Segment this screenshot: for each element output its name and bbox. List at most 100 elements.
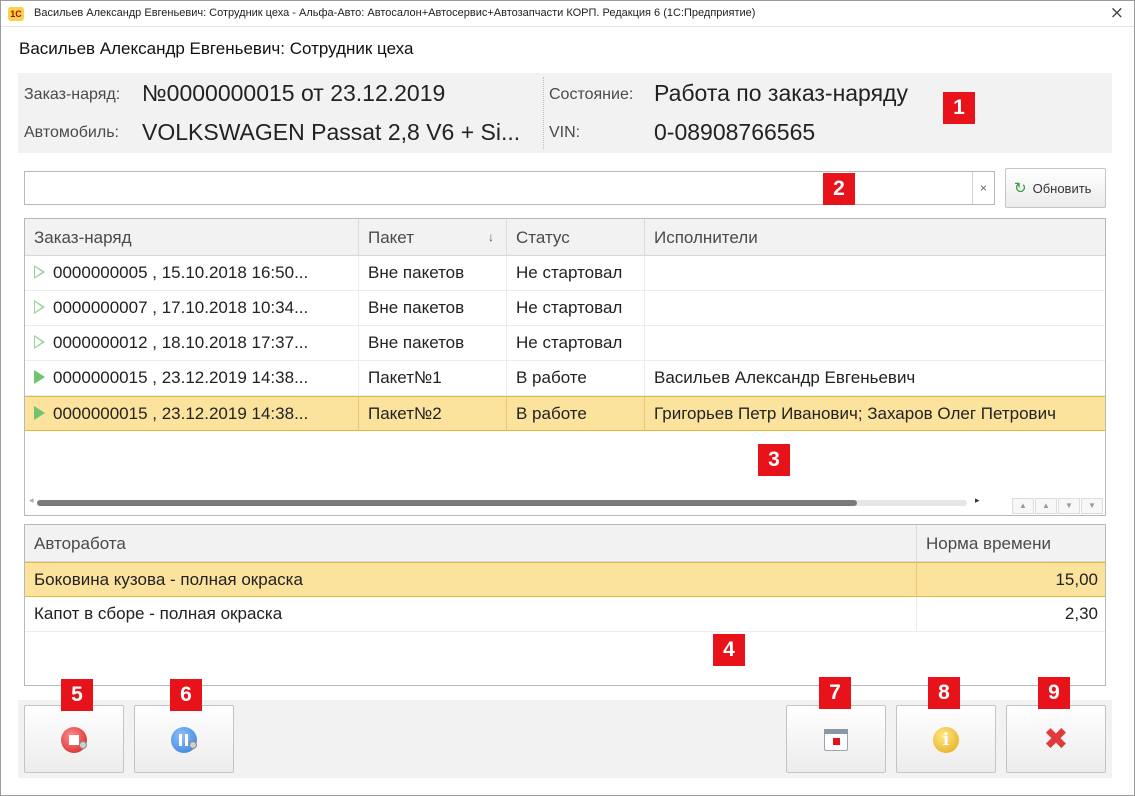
- status-cell: В работе: [507, 361, 645, 395]
- clear-search-icon[interactable]: ×: [972, 172, 994, 204]
- calendar-button[interactable]: [786, 705, 886, 773]
- info-glyph: i: [942, 730, 950, 750]
- play-outline-icon: [34, 299, 45, 314]
- column-header-packet-label: Пакет: [368, 228, 414, 247]
- performers-cell: [645, 256, 1105, 290]
- order-text: 0000000012 , 18.10.2018 17:37...: [53, 333, 309, 352]
- title-bar: 1С Васильев Александр Евгеньевич: Сотруд…: [1, 1, 1134, 27]
- packet-cell: Пакет№1: [359, 361, 507, 395]
- packet-cell: Вне пакетов: [359, 291, 507, 325]
- works-table-header: Авторабота Норма времени: [25, 525, 1105, 562]
- annotation-badge-8: 8: [928, 677, 960, 709]
- annotation-badge-2: 2: [823, 173, 855, 205]
- table-row[interactable]: 0000000012 , 18.10.2018 17:37... Вне пак…: [25, 326, 1105, 361]
- order-cell: 0000000007 , 17.10.2018 10:34...: [25, 291, 359, 325]
- column-header-norm[interactable]: Норма времени: [917, 525, 1105, 562]
- works-table: Авторабота Норма времени Боковина кузова…: [24, 524, 1106, 686]
- state-label: Состояние:: [549, 86, 634, 103]
- table-row[interactable]: 0000000005 , 15.10.2018 16:50... Вне пак…: [25, 256, 1105, 291]
- form-title: Васильев Александр Евгеньевич: Сотрудник…: [19, 39, 414, 58]
- first-row-icon[interactable]: ▲: [1012, 498, 1034, 514]
- annotation-badge-1: 1: [943, 92, 975, 124]
- performers-cell: [645, 291, 1105, 325]
- table-row[interactable]: 0000000007 , 17.10.2018 10:34... Вне пак…: [25, 291, 1105, 326]
- sort-down-icon: ↓: [488, 230, 494, 244]
- pause-button[interactable]: [134, 705, 234, 773]
- play-outline-icon: [34, 334, 45, 349]
- table-row[interactable]: Капот в сборе - полная окраска 2,30: [25, 597, 1105, 632]
- prev-row-icon[interactable]: ▲: [1035, 498, 1057, 514]
- close-icon: ✖: [1043, 722, 1069, 757]
- orders-table-header: Заказ-наряд Пакет ↓ Статус Исполнители: [25, 219, 1105, 256]
- performers-cell: Григорьев Петр Иванович; Захаров Олег Пе…: [654, 404, 1056, 423]
- calendar-icon: [824, 729, 848, 751]
- next-row-icon[interactable]: ▼: [1058, 498, 1080, 514]
- table-row-selected[interactable]: 0000000015 , 23.12.2019 14:38... Пакет№2…: [25, 396, 1105, 431]
- orders-table: Заказ-наряд Пакет ↓ Статус Исполнители 0…: [24, 218, 1106, 516]
- status-cell: Не стартовал: [507, 291, 645, 325]
- scrollbar-thumb[interactable]: [37, 500, 857, 506]
- column-header-performers[interactable]: Исполнители: [645, 219, 1105, 256]
- annotation-badge-7: 7: [819, 677, 851, 709]
- car-value: VOLKSWAGEN Passat 2,8 V6 + Si...: [142, 119, 521, 145]
- refresh-button-label: Обновить: [1032, 181, 1092, 196]
- window-close-icon[interactable]: ×: [1110, 4, 1124, 22]
- annotation-badge-9: 9: [1038, 677, 1070, 709]
- order-label: Заказ-наряд:: [24, 86, 121, 103]
- wrench-icon: [79, 741, 87, 749]
- table-navigation: ▲ ▲ ▼ ▼: [1011, 495, 1103, 514]
- vin-label: VIN:: [549, 124, 581, 141]
- play-icon: [34, 405, 45, 420]
- info-icon: i: [933, 727, 959, 753]
- horizontal-scrollbar[interactable]: ◂ ▸: [25, 495, 980, 507]
- order-text: 0000000015 , 23.12.2019 14:38...: [53, 368, 309, 387]
- performers-cell: [645, 326, 1105, 360]
- order-value: №0000000015 от 23.12.2019: [142, 80, 446, 106]
- order-text: 0000000007 , 17.10.2018 10:34...: [53, 298, 309, 317]
- app-window: 1С Васильев Александр Евгеньевич: Сотруд…: [0, 0, 1135, 796]
- annotation-badge-3: 3: [758, 444, 790, 476]
- table-row-selected[interactable]: Боковина кузова - полная окраска 15,00: [25, 562, 1105, 597]
- annotation-badge-4: 4: [713, 634, 745, 666]
- norm-cell: 2,30: [1064, 604, 1098, 623]
- order-cell: 0000000005 , 15.10.2018 16:50...: [25, 256, 359, 290]
- norm-cell: 15,00: [1055, 570, 1098, 589]
- packet-cell: Вне пакетов: [359, 256, 507, 290]
- play-outline-icon: [34, 264, 45, 279]
- window-title: Васильев Александр Евгеньевич: Сотрудник…: [34, 7, 756, 19]
- packet-cell: Вне пакетов: [359, 326, 507, 360]
- header-divider: [543, 77, 544, 149]
- last-row-icon[interactable]: ▼: [1081, 498, 1103, 514]
- work-cell: Боковина кузова - полная окраска: [25, 563, 917, 597]
- order-text: 0000000015 , 23.12.2019 14:38...: [53, 404, 309, 423]
- column-header-status[interactable]: Статус: [507, 219, 645, 256]
- pause-icon: [171, 727, 197, 753]
- play-icon: [34, 369, 45, 384]
- performers-cell: Васильев Александр Евгеньевич: [654, 368, 916, 387]
- scroll-left-icon[interactable]: ◂: [29, 495, 34, 506]
- order-cell: 0000000015 , 23.12.2019 14:38...: [25, 397, 359, 431]
- info-button[interactable]: i: [896, 705, 996, 773]
- refresh-icon: ↻: [1014, 179, 1027, 197]
- wrench-icon: [189, 741, 197, 749]
- close-button[interactable]: ✖: [1006, 705, 1106, 773]
- column-header-order[interactable]: Заказ-наряд: [25, 219, 359, 256]
- stop-icon: [61, 727, 87, 753]
- order-cell: 0000000015 , 23.12.2019 14:38...: [25, 361, 359, 395]
- table-row[interactable]: 0000000015 , 23.12.2019 14:38... Пакет№1…: [25, 361, 1105, 396]
- column-header-packet[interactable]: Пакет ↓: [359, 219, 507, 256]
- refresh-button[interactable]: ↻ Обновить: [1005, 168, 1106, 208]
- work-cell: Капот в сборе - полная окраска: [25, 597, 917, 631]
- app-logo-icon: 1С: [8, 7, 24, 21]
- column-header-work[interactable]: Авторабота: [25, 525, 917, 562]
- order-cell: 0000000012 , 18.10.2018 17:37...: [25, 326, 359, 360]
- annotation-badge-6: 6: [170, 679, 202, 711]
- status-cell: В работе: [507, 397, 645, 431]
- scroll-right-icon[interactable]: ▸: [975, 495, 980, 506]
- annotation-badge-5: 5: [61, 679, 93, 711]
- stop-button[interactable]: [24, 705, 124, 773]
- state-value: Работа по заказ-наряду: [654, 80, 908, 106]
- packet-cell: Пакет№2: [359, 397, 507, 431]
- status-cell: Не стартовал: [507, 256, 645, 290]
- vin-value: 0-08908766565: [654, 119, 816, 145]
